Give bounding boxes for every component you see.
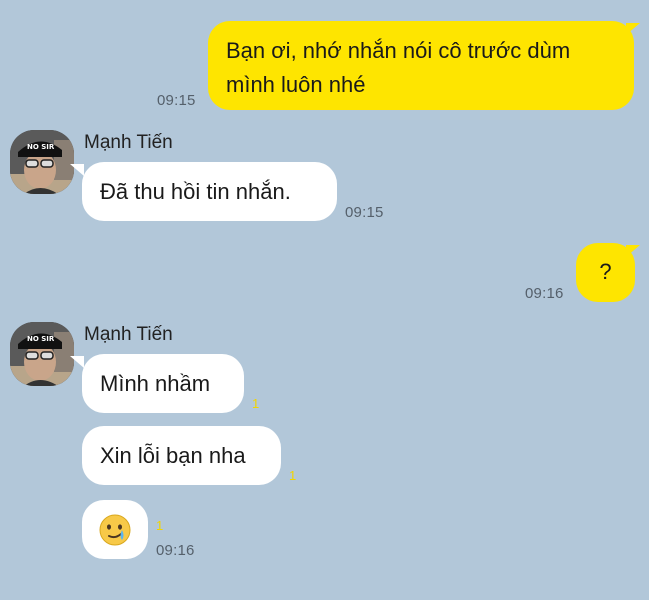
- bubble-tail: [70, 356, 84, 368]
- avatar-photo: NO SIR: [10, 130, 74, 194]
- avatar[interactable]: NO SIR: [10, 130, 74, 194]
- incoming-message-bubble[interactable]: Mình nhầm: [82, 354, 244, 413]
- message-timestamp: 09:16: [525, 285, 564, 302]
- bubble-tail: [70, 164, 84, 176]
- incoming-message-bubble[interactable]: Xin lỗi bạn nha: [82, 426, 281, 485]
- unread-count: 1: [289, 468, 297, 483]
- unread-count: 1: [252, 396, 260, 411]
- sender-name: Mạnh Tiến: [84, 324, 173, 345]
- avatar-photo: NO SIR: [10, 322, 74, 386]
- message-text: Mình nhầm: [100, 371, 211, 396]
- outgoing-message-bubble[interactable]: Bạn ơi, nhớ nhắn nói cô trước dùm mình l…: [208, 21, 634, 110]
- cap-text: NO SIR: [27, 143, 55, 151]
- bubble-tail: [626, 23, 640, 35]
- bubble-tail: [626, 245, 640, 257]
- message-text-line: mình luôn nhé: [226, 72, 366, 97]
- cap-text: NO SIR: [27, 335, 55, 343]
- incoming-message-bubble[interactable]: Đã thu hồi tin nhắn.: [82, 162, 337, 221]
- sender-name: Mạnh Tiến: [84, 132, 173, 153]
- message-text-line: Bạn ơi, nhớ nhắn nói cô trước dùm: [226, 38, 571, 63]
- message-text: Đã thu hồi tin nhắn.: [100, 179, 291, 204]
- message-timestamp: 09:15: [157, 92, 196, 109]
- message-text: Xin lỗi bạn nha: [100, 443, 246, 468]
- message-text: ?: [599, 259, 612, 284]
- tearful-smile-emoji-icon: [99, 514, 131, 546]
- avatar[interactable]: NO SIR: [10, 322, 74, 386]
- message-timestamp: 09:16: [156, 542, 195, 559]
- message-timestamp: 09:15: [345, 204, 384, 221]
- unread-count: 1: [156, 518, 164, 533]
- incoming-emoji-bubble[interactable]: [82, 500, 148, 559]
